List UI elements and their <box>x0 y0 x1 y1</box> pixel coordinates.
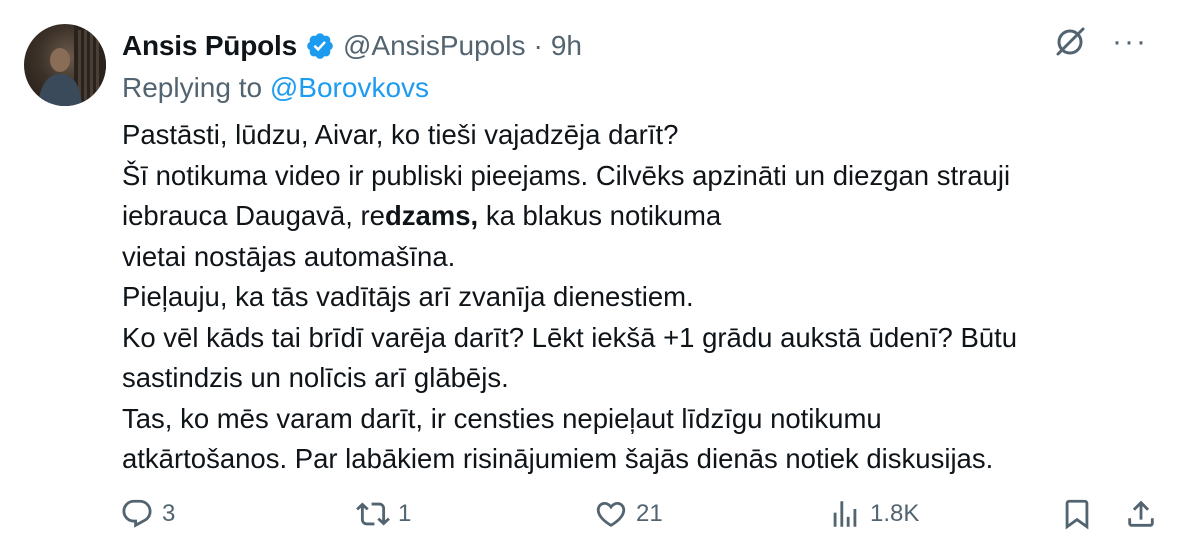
tweet-line: vietai nostājas automašīna. <box>122 240 456 272</box>
tweet-line: Ko vēl kāds tai brīdī varēja darīt? Lēkt… <box>122 321 1018 353</box>
tweet-text-segment: ka blakus notikuma <box>478 200 722 231</box>
avatar[interactable] <box>24 24 106 106</box>
like-count: 21 <box>636 500 663 527</box>
bookmark-button[interactable] <box>1060 497 1094 531</box>
like-button[interactable]: 21 <box>594 497 663 531</box>
post-time[interactable]: 9h <box>551 30 582 62</box>
author-name[interactable]: Ansis Pūpols <box>122 30 297 62</box>
verified-badge-icon[interactable] <box>305 31 335 61</box>
author-handle[interactable]: @AnsisPupols <box>343 30 526 62</box>
separator-dot: · <box>533 30 543 61</box>
share-icon <box>1128 500 1154 527</box>
reply-button[interactable]: 3 <box>120 497 175 531</box>
tweet-line: Pieļauju, ka tās vadītājs arī zvanīja di… <box>122 281 694 312</box>
tweet-line: Šī notikuma video ir publiski pieejams. … <box>122 159 1011 191</box>
tweet-line: sastindzis un nolīcis arī glābējs. <box>122 362 509 393</box>
retweet-icon <box>356 502 390 526</box>
views-button[interactable]: 1.8K <box>828 497 919 531</box>
views-icon <box>833 501 857 527</box>
retweet-button[interactable]: 1 <box>356 497 411 531</box>
views-count: 1.8K <box>870 500 920 527</box>
retweet-count: 1 <box>398 500 412 527</box>
tweet-line: iebrauca Daugavā, redzams, ka blakus not… <box>122 196 1162 237</box>
tweet-text-segment: iebrauca Daugavā, re <box>122 200 385 231</box>
more-icon[interactable]: ··· <box>1112 22 1148 62</box>
grok-icon[interactable] <box>1050 22 1090 62</box>
reply-count: 3 <box>162 500 176 527</box>
tweet-line: Tas, ko mēs varam darīt, ir censties nep… <box>122 402 882 434</box>
reply-icon <box>122 499 152 528</box>
tweet-bold-text: dzams, <box>384 200 479 231</box>
tweet-line: Pastāsti, lūdzu, Aivar, ko tieši vajadzē… <box>122 119 679 150</box>
share-button[interactable] <box>1124 497 1158 531</box>
tweet-line: atkārtošanos. Par labākiem risinājumiem … <box>122 443 994 474</box>
action-bar: 3 1 21 1.8K <box>120 497 1160 539</box>
top-actions: ··· <box>1050 22 1148 62</box>
heart-icon <box>596 501 626 527</box>
avatar-photo <box>38 24 106 106</box>
replying-to: Replying to @Borovkovs <box>122 72 429 104</box>
replying-label: Replying to <box>122 72 263 103</box>
tweet-header: Ansis Pūpols @AnsisPupols · 9h <box>122 26 582 66</box>
reply-mention-link[interactable]: @Borovkovs <box>270 72 429 103</box>
tweet-text: Pastāsti, lūdzu, Aivar, ko tieši vajadzē… <box>122 115 1162 480</box>
bookmark-icon <box>1065 499 1089 530</box>
